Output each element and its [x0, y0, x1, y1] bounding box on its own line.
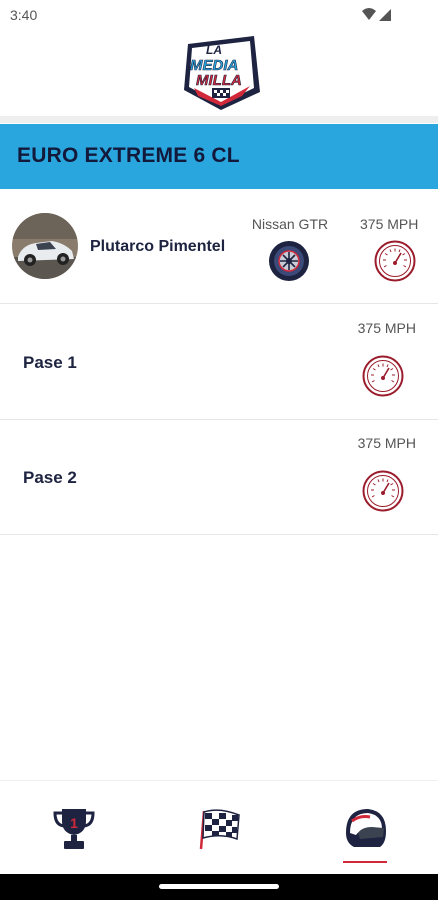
- system-nav-bar: [0, 874, 438, 900]
- svg-text:LA: LA: [206, 43, 222, 57]
- pass-row-2[interactable]: Pase 2 375 MPH: [0, 420, 438, 535]
- active-tab-indicator: [343, 861, 387, 863]
- signal-wifi-icon: [362, 8, 391, 21]
- car-model: Nissan GTR: [251, 216, 329, 232]
- la-media-milla-logo: LA MEDIA MILLA: [184, 36, 260, 110]
- helmet-icon: [346, 809, 386, 847]
- speedometer-icon: [362, 470, 404, 512]
- pass-label: Pase 2: [23, 468, 77, 487]
- driver-name: Plutarco Pimentel: [90, 238, 226, 255]
- trophy-icon: 1: [53, 809, 95, 849]
- header-divider: [0, 116, 438, 123]
- app-header: LA MEDIA MILLA: [0, 30, 438, 116]
- category-title: EURO EXTREME 6 CL: [17, 144, 240, 167]
- speedometer-icon: [374, 240, 416, 282]
- nav-profile[interactable]: [335, 803, 395, 859]
- checkered-flag-icon: [199, 809, 240, 850]
- driver-row[interactable]: Plutarco Pimentel Nissan GTR 375 MPH: [0, 190, 438, 304]
- status-bar: 3:40: [0, 0, 438, 30]
- pass-row-1[interactable]: Pase 1 375 MPH: [0, 305, 438, 420]
- svg-text:MILLA: MILLA: [196, 72, 242, 89]
- nav-ranking[interactable]: 1: [44, 803, 104, 859]
- speedometer-icon: [362, 355, 404, 397]
- pass-speed: 375 MPH: [357, 435, 416, 451]
- home-gesture-handle[interactable]: [159, 884, 279, 889]
- category-banner: EURO EXTREME 6 CL: [0, 124, 438, 189]
- pass-label: Pase 1: [23, 353, 77, 372]
- svg-text:1: 1: [70, 815, 78, 831]
- nav-race[interactable]: [190, 803, 250, 859]
- tire-icon: [269, 241, 309, 281]
- driver-top-speed: 375 MPH: [360, 216, 419, 232]
- bottom-nav: 1: [0, 780, 438, 874]
- driver-avatar: [12, 213, 78, 279]
- status-time: 3:40: [10, 7, 38, 23]
- pass-speed: 375 MPH: [357, 320, 416, 336]
- car-photo-icon: [12, 213, 78, 279]
